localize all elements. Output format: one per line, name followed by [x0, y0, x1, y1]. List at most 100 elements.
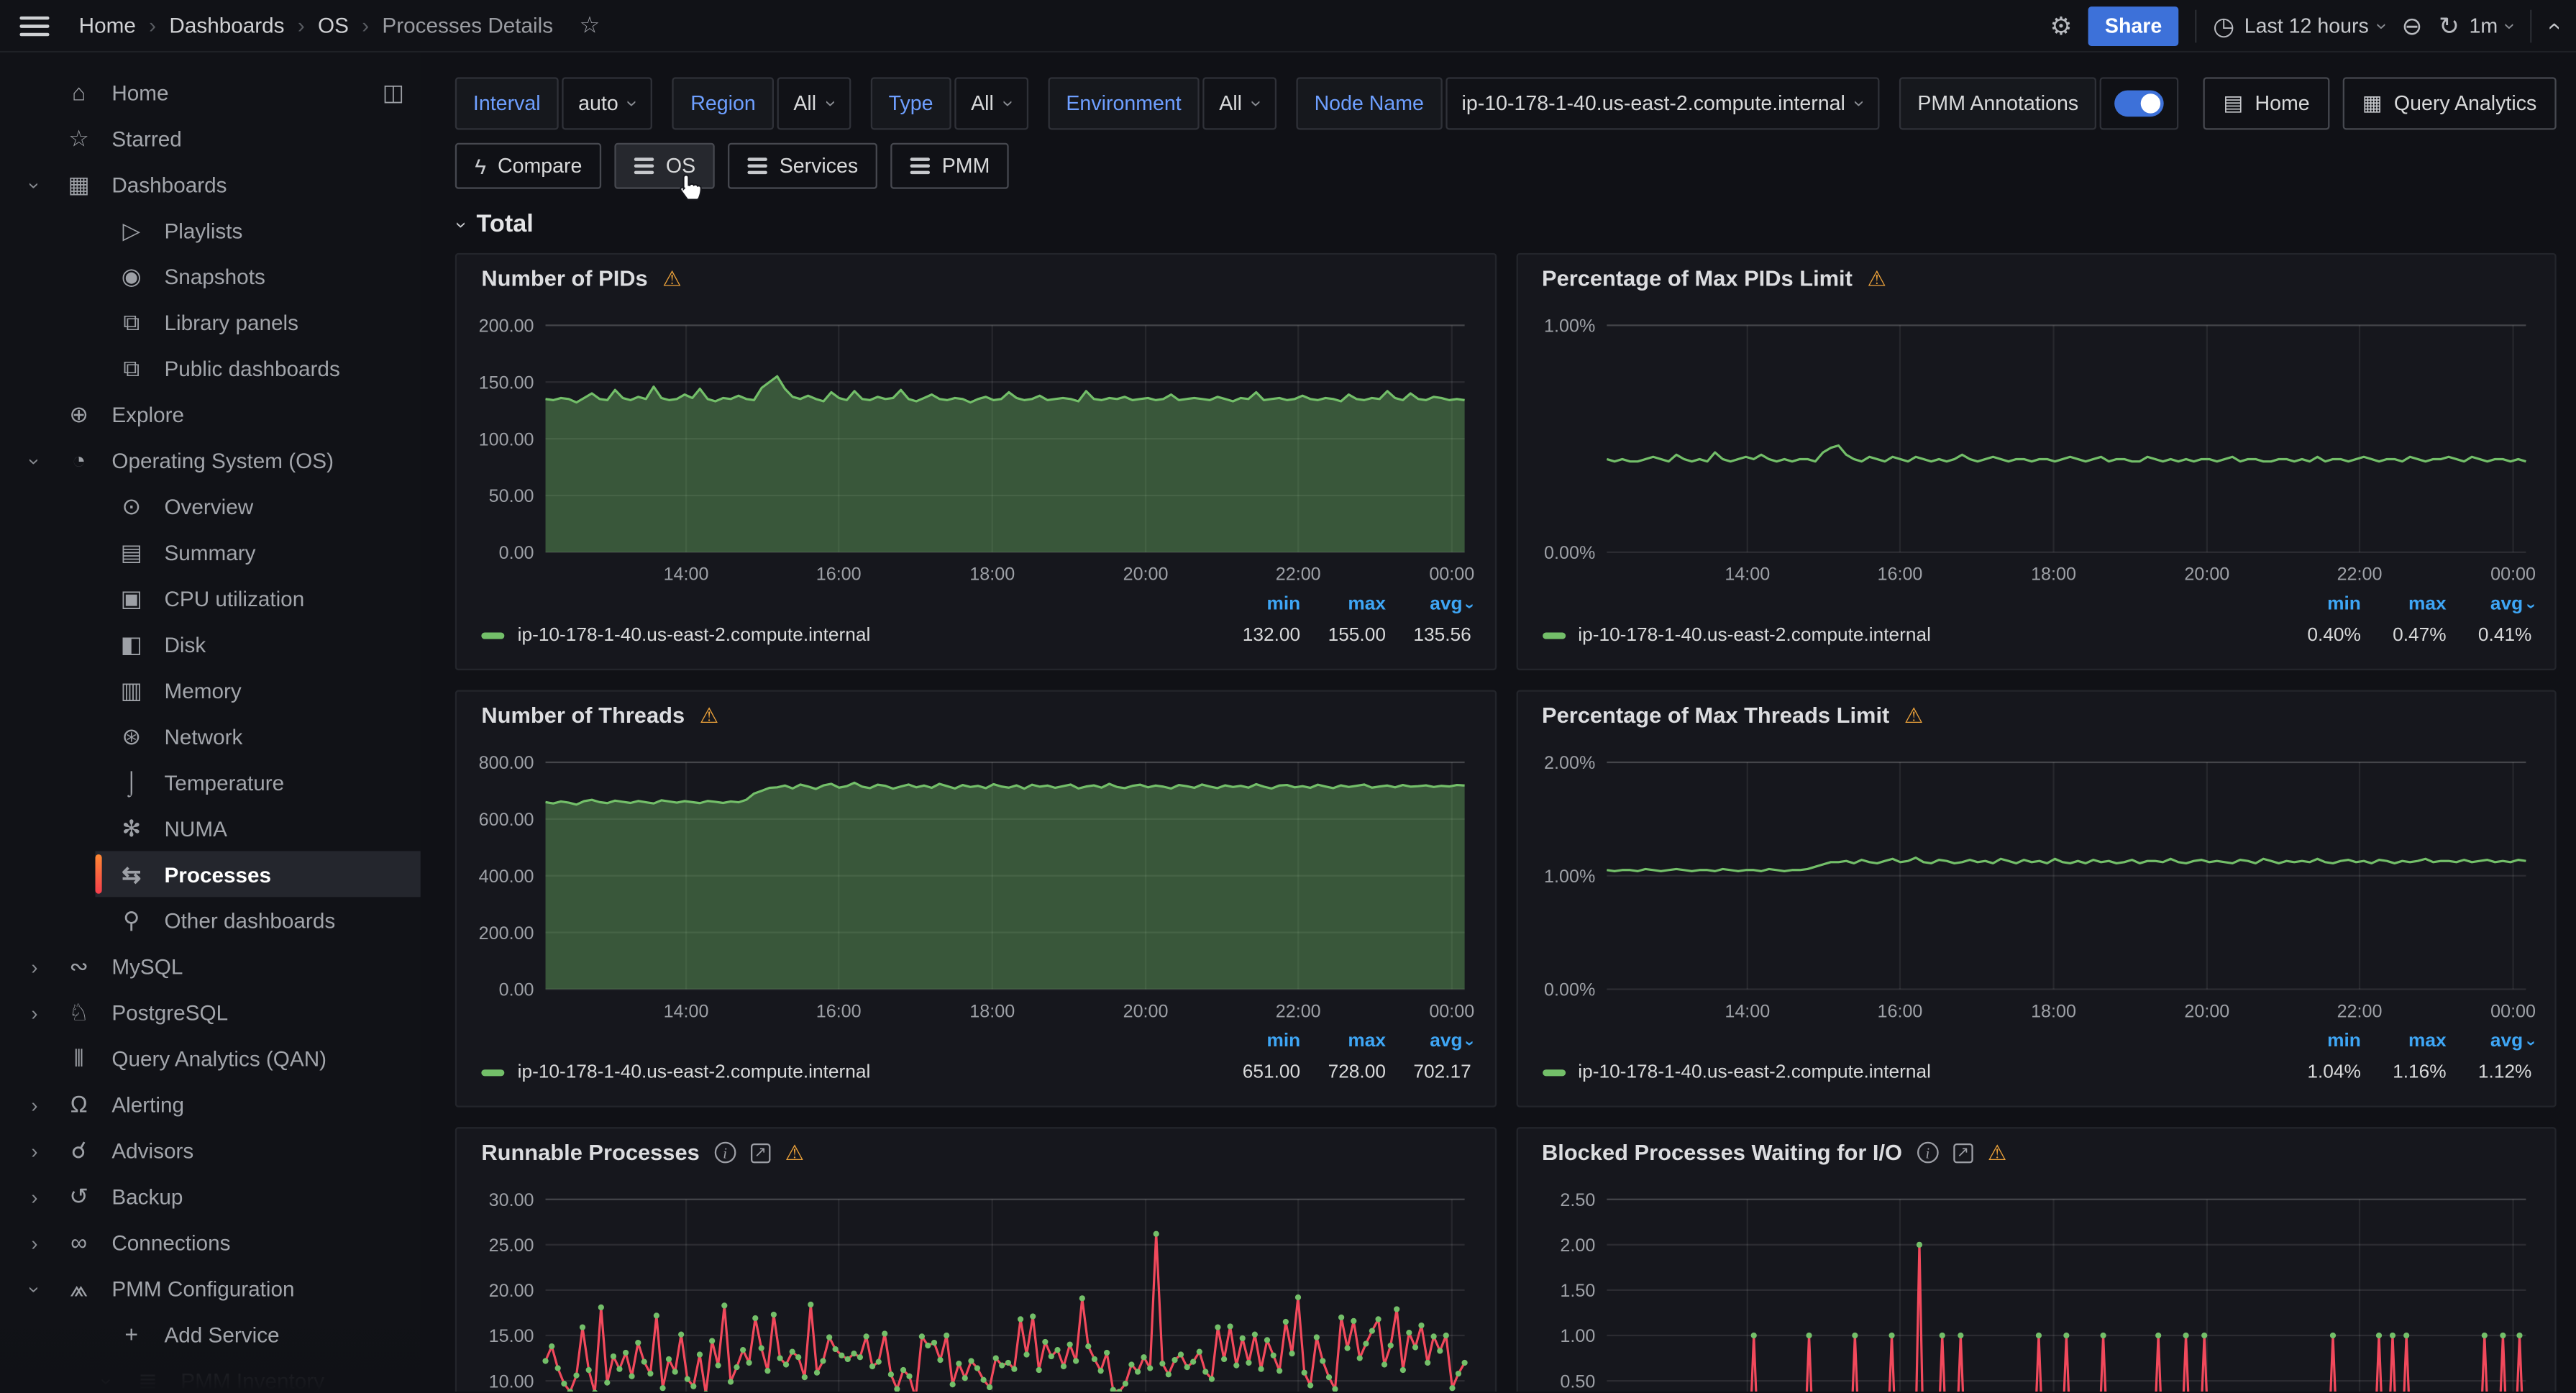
sidebar-item-postgresql[interactable]: ›♘PostgreSQL [0, 989, 421, 1035]
info-icon[interactable]: i [714, 1142, 736, 1164]
info-icon[interactable]: i [1917, 1142, 1939, 1164]
warning-icon[interactable]: ⚠ [1867, 265, 1886, 292]
query-analytics-button[interactable]: ▦ Query Analytics [2342, 77, 2556, 129]
total-section-header[interactable]: › Total [458, 210, 2556, 238]
warning-icon[interactable]: ⚠ [785, 1139, 805, 1166]
external-link-icon[interactable]: ↗ [1953, 1143, 1973, 1162]
breadcrumb-os[interactable]: OS [318, 13, 349, 37]
time-series-plot[interactable]: 14:0016:0018:0020:0022:0000:0030.0025.00… [470, 1177, 1481, 1392]
filter-value-dropdown[interactable]: ip-10-178-1-40.us-east-2.compute.interna… [1445, 77, 1880, 129]
sidebar-item-mysql[interactable]: ›∾MySQL [0, 943, 421, 989]
filter-value-dropdown[interactable]: All› [954, 77, 1028, 129]
panel-header[interactable]: Blocked Processes Waiting for I/O i ↗ ⚠ [1530, 1128, 2541, 1177]
sidebar-item-numa[interactable]: ✻NUMA [0, 805, 421, 851]
refresh-picker[interactable]: ↻ 1m › [2439, 11, 2514, 40]
time-series-plot[interactable]: 14:0016:0018:0020:0022:0000:00200.00150.… [470, 303, 1481, 592]
share-button[interactable]: Share [2088, 6, 2178, 45]
main-menu-icon[interactable] [19, 16, 49, 35]
sidebar-item-pmm-configuration[interactable]: ›⩕PMM Configuration [0, 1265, 421, 1311]
filter-value-dropdown[interactable]: All› [1202, 77, 1276, 129]
time-series-plot[interactable]: 14:0016:0018:0020:0022:0000:002.502.001.… [1530, 1177, 2541, 1392]
legend-sort-max[interactable]: max [2361, 1032, 2447, 1051]
sidebar-item-temperature[interactable]: ⌡Temperature [0, 759, 421, 805]
sidebar-item-public-dashboards[interactable]: ⧉Public dashboards [0, 345, 421, 391]
home-button[interactable]: ▤ Home [2203, 77, 2329, 129]
warning-icon[interactable]: ⚠ [1904, 703, 1924, 729]
panel-header[interactable]: Percentage of Max PIDs Limit ⚠ [1530, 255, 2541, 303]
filter-value-dropdown[interactable]: auto› [562, 77, 652, 129]
panel-header[interactable]: Number of Threads ⚠ [470, 692, 1481, 740]
sidebar-item-summary[interactable]: ▤Summary [0, 529, 421, 575]
sidebar-item-query-analytics-qan[interactable]: ⦀Query Analytics (QAN) [0, 1035, 421, 1081]
legend-sort-max[interactable]: max [1300, 1032, 1386, 1051]
sidebar-item-library-panels[interactable]: ⧉Library panels [0, 299, 421, 345]
legend-series-row[interactable]: ip-10-178-1-40.us-east-2.compute.interna… [1542, 1064, 2531, 1083]
chevron-right-icon[interactable]: › [19, 1000, 49, 1024]
legend-sort-avg[interactable]: avg› [2447, 595, 2532, 615]
legend-sort-min[interactable]: min [1215, 1032, 1300, 1051]
panel-header[interactable]: Percentage of Max Threads Limit ⚠ [1530, 692, 2541, 740]
sidebar-item-dashboards[interactable]: ›▦Dashboards [0, 161, 421, 207]
panel-header[interactable]: Number of PIDs ⚠ [470, 255, 1481, 303]
warning-icon[interactable]: ⚠ [662, 265, 682, 292]
sidebar-item-other-dashboards[interactable]: ⚲Other dashboards [0, 897, 421, 943]
favorite-star-icon[interactable]: ☆ [580, 12, 600, 40]
sidebar-item-backup[interactable]: ›↺Backup [0, 1173, 421, 1219]
legend-series-row[interactable]: ip-10-178-1-40.us-east-2.compute.interna… [481, 626, 1471, 646]
sidebar-item-add-service[interactable]: +Add Service [0, 1311, 421, 1357]
chevron-down-icon[interactable]: › [19, 448, 49, 472]
sidebar-item-connections[interactable]: ›∞Connections [0, 1219, 421, 1265]
time-series-plot[interactable]: 14:0016:0018:0020:0022:0000:00800.00600.… [470, 739, 1481, 1028]
sidebar-item-cpu-utilization[interactable]: ▣CPU utilization [0, 575, 421, 621]
legend-sort-min[interactable]: min [1215, 595, 1300, 615]
warning-icon[interactable]: ⚠ [700, 703, 719, 729]
legend-sort-min[interactable]: min [2275, 595, 2361, 615]
chevron-right-icon[interactable]: › [19, 1138, 49, 1162]
sidebar-item-advisors[interactable]: ›☌Advisors [0, 1127, 421, 1173]
chevron-right-icon[interactable]: › [19, 954, 49, 978]
time-series-plot[interactable]: 14:0016:0018:0020:0022:0000:001.00%0.00% [1530, 303, 2541, 592]
warning-icon[interactable]: ⚠ [1988, 1139, 2007, 1166]
sidebar-item-pmm-inventory[interactable]: ›≣PMM Inventory [0, 1357, 421, 1392]
chevron-right-icon[interactable]: › [19, 1092, 49, 1116]
sidebar-item-home[interactable]: ⌂Home◫ [0, 69, 421, 115]
time-range-picker[interactable]: ◷ Last 12 hours › [2213, 11, 2385, 40]
sidebar-item-overview[interactable]: ⊙Overview [0, 483, 421, 529]
sidebar-item-explore[interactable]: ⊕Explore [0, 391, 421, 437]
os-button[interactable]: OS [615, 143, 715, 189]
legend-sort-avg[interactable]: avg› [2447, 1032, 2532, 1051]
chevron-right-icon[interactable]: › [19, 1184, 49, 1208]
compare-button[interactable]: ϟ Compare [455, 143, 602, 189]
settings-gear-icon[interactable]: ⚙ [2050, 11, 2072, 40]
legend-sort-avg[interactable]: avg› [1386, 1032, 1471, 1051]
sidebar-item-starred[interactable]: ☆Starred [0, 115, 421, 161]
zoom-out-icon[interactable]: ⊖ [2401, 11, 2422, 40]
services-button[interactable]: Services [729, 143, 878, 189]
breadcrumb-home[interactable]: Home [79, 13, 136, 37]
time-series-plot[interactable]: 14:0016:0018:0020:0022:0000:002.00%1.00%… [1530, 739, 2541, 1028]
chevron-down-icon[interactable]: › [92, 1368, 122, 1392]
sidebar-item-network[interactable]: ⊛Network [0, 713, 421, 759]
external-link-icon[interactable]: ↗ [751, 1143, 770, 1162]
sidebar-item-playlists[interactable]: ▷Playlists [0, 207, 421, 253]
pmm-annotations-toggle[interactable] [2100, 77, 2179, 129]
legend-series-row[interactable]: ip-10-178-1-40.us-east-2.compute.interna… [481, 1064, 1471, 1083]
legend-sort-max[interactable]: max [1300, 595, 1386, 615]
chevron-down-icon[interactable]: › [19, 1276, 49, 1300]
dock-sidebar-icon[interactable]: ◫ [383, 78, 404, 106]
breadcrumb-dashboards[interactable]: Dashboards [169, 13, 284, 37]
legend-sort-min[interactable]: min [2275, 1032, 2361, 1051]
sidebar-item-snapshots[interactable]: ◉Snapshots [0, 253, 421, 299]
sidebar-item-operating-system-os[interactable]: ›◔Operating System (OS) [0, 437, 421, 483]
chevron-right-icon[interactable]: › [19, 1230, 49, 1254]
pmm-button[interactable]: PMM [891, 143, 1010, 189]
sidebar-item-processes[interactable]: ⇆Processes [0, 851, 421, 897]
sidebar-item-memory[interactable]: ▥Memory [0, 667, 421, 713]
legend-sort-avg[interactable]: avg› [1386, 595, 1471, 615]
legend-series-row[interactable]: ip-10-178-1-40.us-east-2.compute.interna… [1542, 626, 2531, 646]
collapse-caret-icon[interactable]: › [2541, 22, 2564, 29]
chevron-down-icon[interactable]: › [19, 172, 49, 196]
panel-header[interactable]: Runnable Processes i ↗ ⚠ [470, 1128, 1481, 1177]
sidebar-item-alerting[interactable]: ›ΩAlerting [0, 1081, 421, 1127]
legend-sort-max[interactable]: max [2361, 595, 2447, 615]
